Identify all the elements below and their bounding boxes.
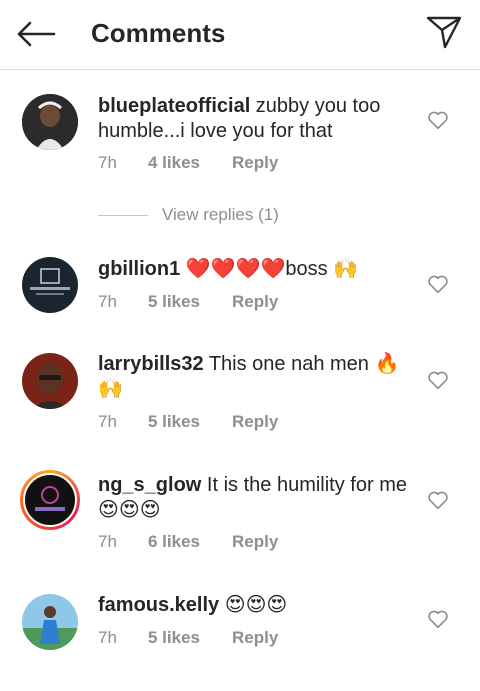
view-replies-label: View replies (1) [162, 205, 279, 224]
back-button[interactable] [14, 14, 58, 54]
paper-plane-icon [426, 16, 462, 49]
heart-icon[interactable] [427, 273, 449, 295]
avatar [23, 473, 77, 527]
comment-likes[interactable]: 5 likes [148, 628, 232, 648]
comment-time: 7h [98, 292, 117, 311]
heart-icon[interactable] [427, 608, 449, 630]
comment-time: 7h [98, 412, 117, 431]
page-title: Comments [91, 18, 226, 48]
avatar-image [25, 475, 75, 525]
comment-likes[interactable]: 4 likes [148, 153, 232, 173]
comment-meta: 7h 6 likes Reply [98, 532, 278, 552]
view-replies-link[interactable]: View replies (1) [98, 205, 279, 225]
comment-username[interactable]: famous.kelly [98, 594, 219, 616]
comment-text: blueplateofficial zubby you too humble..… [98, 94, 418, 144]
arrow-left-icon [17, 21, 56, 47]
comment-username[interactable]: blueplateofficial [98, 95, 250, 117]
comment-text: ng_s_glow It is the humility for me😍😍😍 [98, 473, 418, 523]
reply-button[interactable]: Reply [232, 153, 278, 172]
comment-body: 😍😍😍 [219, 594, 288, 616]
comment-text: gbillion1 ❤️❤️❤️❤️boss 🙌 [98, 257, 418, 282]
avatar-image [22, 257, 78, 313]
comment-time: 7h [98, 628, 117, 647]
comment-text: famous.kelly 😍😍😍 [98, 593, 418, 618]
avatar-story-ring[interactable] [20, 470, 80, 530]
comment-meta: 7h 5 likes Reply [98, 628, 278, 648]
avatar-image [22, 353, 78, 409]
comment-username[interactable]: larrybills32 [98, 353, 204, 375]
avatar[interactable] [22, 353, 78, 409]
avatar[interactable] [22, 257, 78, 313]
heart-icon[interactable] [427, 369, 449, 391]
share-button[interactable] [424, 12, 464, 52]
comment-likes[interactable]: 5 likes [148, 292, 232, 312]
comment-meta: 7h 4 likes Reply [98, 153, 278, 173]
comment-likes[interactable]: 6 likes [148, 532, 232, 552]
comment-meta: 7h 5 likes Reply [98, 412, 278, 432]
heart-icon[interactable] [427, 489, 449, 511]
avatar[interactable] [22, 594, 78, 650]
comment-username[interactable]: gbillion1 [98, 258, 180, 280]
reply-button[interactable]: Reply [232, 292, 278, 311]
avatar[interactable] [22, 94, 78, 150]
comment-username[interactable]: ng_s_glow [98, 474, 201, 496]
avatar-image [22, 94, 78, 150]
reply-button[interactable]: Reply [232, 412, 278, 431]
reply-button[interactable]: Reply [232, 532, 278, 551]
comment-text: larrybills32 This one nah men 🔥 🙌 [98, 352, 418, 402]
comment-likes[interactable]: 5 likes [148, 412, 232, 432]
divider-line [98, 214, 148, 216]
comment-body: ❤️❤️❤️❤️boss 🙌 [180, 258, 359, 280]
comment-time: 7h [98, 153, 117, 172]
header-bar: Comments [0, 0, 480, 70]
avatar-image [22, 594, 78, 650]
heart-icon[interactable] [427, 109, 449, 131]
reply-button[interactable]: Reply [232, 628, 278, 647]
comment-time: 7h [98, 532, 117, 551]
comment-meta: 7h 5 likes Reply [98, 292, 278, 312]
